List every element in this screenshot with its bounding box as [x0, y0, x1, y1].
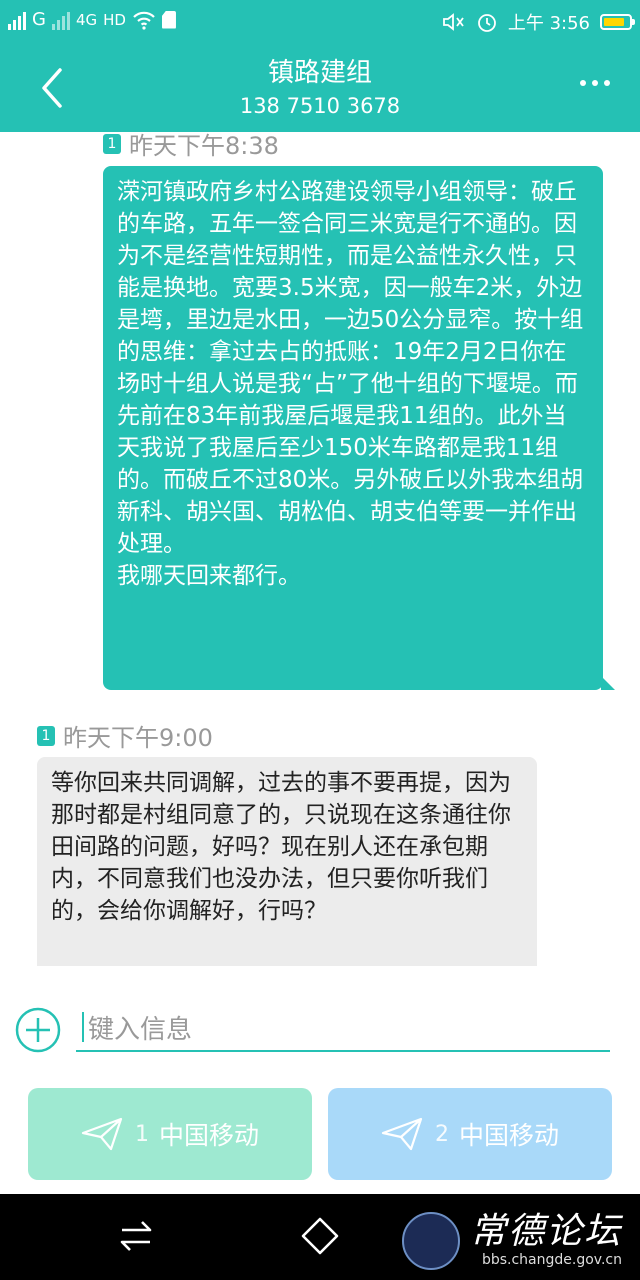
home-nav-icon[interactable] [300, 1216, 340, 1256]
watermark-url: bbs.changde.gov.cn [481, 1252, 622, 1268]
send-plane-icon [381, 1117, 423, 1151]
more-dots-icon [580, 80, 586, 86]
sim-number: 1 [134, 1121, 149, 1147]
composer: 键入信息 [0, 966, 640, 1074]
alarm-icon [477, 14, 496, 32]
carrier-label: 中国移动 [458, 1121, 559, 1150]
message-input-placeholder: 键入信息 [88, 1014, 193, 1045]
signal-icon [8, 10, 26, 30]
sim-badge: 1 [103, 133, 121, 154]
more-options-button[interactable] [580, 80, 610, 86]
carrier-label: 中国移动 [158, 1121, 259, 1150]
outgoing-message-bubble[interactable]: 溁河镇政府乡村公路建设领导小组领导：破丘的车路，五年一签合同三米宽是行不通的。因… [103, 166, 615, 690]
contact-name: 镇路建组 [267, 58, 372, 88]
clock-time: 上午 3:56 [507, 13, 590, 34]
message-list[interactable]: 1 昨天下午8:38 溁河镇政府乡村公路建设领导小组领导：破丘的车路，五年一签合… [0, 132, 640, 966]
sim1-network-label: G [32, 9, 46, 30]
contact-phone: 138 7510 3678 [239, 94, 401, 118]
top-bar: G 4G HD 上午 3:56 镇路建组 138 7510 3678 [0, 0, 640, 132]
navigation-bar: 常德论坛 bbs.changde.gov.cn [0, 1194, 640, 1280]
text-caret [82, 1012, 84, 1042]
more-dots-icon [592, 80, 598, 86]
timestamp-text: 昨天下午9:00 [63, 724, 213, 752]
sim-badge: 1 [37, 725, 55, 746]
conversation-header: 镇路建组 138 7510 3678 [0, 44, 640, 132]
sim-card-icon [161, 10, 176, 29]
more-dots-icon [604, 80, 610, 86]
forum-logo-icon [401, 1212, 460, 1270]
watermark-title: 常德论坛 [469, 1211, 622, 1252]
message-input[interactable]: 键入信息 [76, 1004, 610, 1052]
back-nav-icon[interactable] [118, 1216, 154, 1256]
network-type-label: 4G [75, 10, 98, 29]
timestamp-text: 昨天下午8:38 [129, 132, 279, 160]
status-bar: G 4G HD 上午 3:56 [0, 0, 640, 44]
message-timestamp: 1 昨天下午9:00 [37, 718, 213, 753]
hd-label: HD [103, 10, 126, 29]
mute-icon [442, 13, 464, 31]
send-sim1-button[interactable]: 1 中国移动 [28, 1088, 312, 1180]
signal-icon [51, 10, 70, 30]
send-button-row: 1 中国移动 2 中国移动 [0, 1074, 640, 1194]
forum-watermark: 常德论坛 bbs.changde.gov.cn [401, 1202, 622, 1270]
incoming-message-bubble[interactable]: 等你回来共同调解，过去的事不要再提，因为那时都是村组同意了的，只说现在这条通往你… [37, 757, 537, 966]
add-attachment-button[interactable] [14, 1006, 62, 1054]
send-plane-icon [81, 1117, 123, 1151]
send-sim2-button[interactable]: 2 中国移动 [328, 1088, 612, 1180]
sim-number: 2 [434, 1121, 449, 1147]
message-timestamp: 1 昨天下午8:38 [103, 132, 279, 161]
wifi-icon [133, 11, 155, 30]
plus-circle-icon [15, 1007, 61, 1053]
battery-icon [600, 14, 635, 30]
